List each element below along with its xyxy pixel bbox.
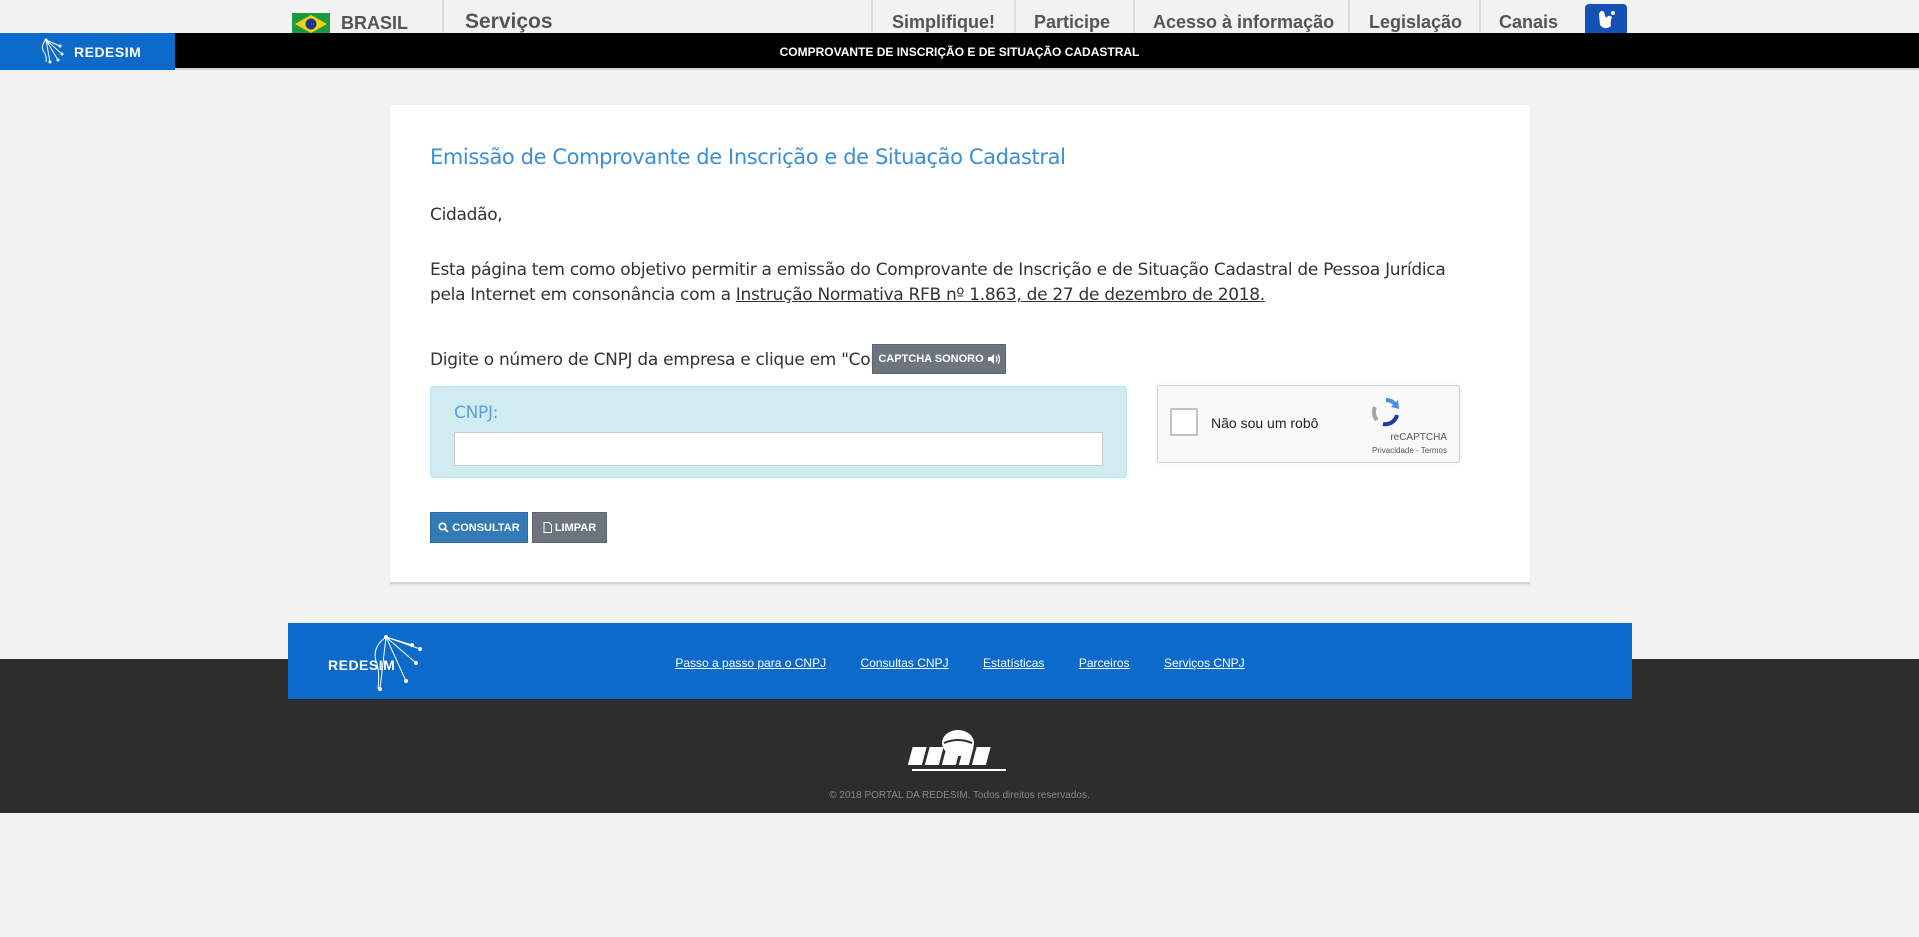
recaptcha-privacy-link[interactable]: Privacidade xyxy=(1372,446,1414,455)
gov-top-bar: BRASIL Serviços Simplifique! Participe A… xyxy=(0,0,1919,37)
brazil-flag-icon xyxy=(292,13,330,35)
page-title: Emissão de Comprovante de Inscrição e de… xyxy=(430,145,1066,169)
search-icon xyxy=(438,522,449,533)
gov-nav-canais[interactable]: Canais xyxy=(1499,12,1558,33)
recaptcha-terms-link[interactable]: Termos xyxy=(1421,446,1447,455)
gov-nav-acesso-informacao[interactable]: Acesso à informação xyxy=(1153,12,1334,33)
divider xyxy=(1133,0,1135,33)
copyright-label: 2018 PORTAL DA REDESIM. Todos direitos r… xyxy=(839,790,1090,801)
intro-paragraph: Esta página tem como objetivo permitir a… xyxy=(430,258,1460,308)
recaptcha-widget: Não sou um robô reCAPTCHA Privacidade - … xyxy=(1157,385,1460,463)
footer-links: Passo a passo para o CNPJ Consultas CNPJ… xyxy=(288,654,1632,672)
footer-link-estatisticas[interactable]: Estatísticas xyxy=(983,656,1044,670)
divider xyxy=(1348,0,1350,33)
footer-link-passo-a-passo[interactable]: Passo a passo para o CNPJ xyxy=(675,656,826,670)
gov-services-link[interactable]: Serviços xyxy=(465,10,553,34)
footer-link-servicos-cnpj[interactable]: Serviços CNPJ xyxy=(1164,656,1245,670)
recaptcha-links: Privacidade - Termos xyxy=(1371,446,1447,455)
cnpj-form-box: CNPJ: xyxy=(430,386,1127,478)
copyright-icon: © xyxy=(829,790,837,801)
divider xyxy=(1479,0,1481,33)
footer-bar: REDESIM Passo a passo para o CNPJ Consul… xyxy=(288,623,1632,699)
recaptcha-label: Não sou um robô xyxy=(1211,415,1319,431)
greeting-text: Cidadão, xyxy=(430,205,503,225)
cnpj-input[interactable] xyxy=(454,432,1103,466)
normative-instruction-link[interactable]: Instrução Normativa RFB nº 1.863, de 27 … xyxy=(736,285,1265,305)
recaptcha-checkbox[interactable] xyxy=(1170,408,1198,436)
divider xyxy=(871,0,873,33)
consult-button[interactable]: CONSULTAR xyxy=(430,512,528,543)
governo-federal-brasil-logo xyxy=(907,730,1006,771)
main-card: Emissão de Comprovante de Inscrição e de… xyxy=(390,105,1530,584)
audio-captcha-label: CAPTCHA SONORO xyxy=(878,353,984,365)
instruction-text: Digite o número de CNPJ da empresa e cli… xyxy=(430,350,941,370)
recaptcha-brand: reCAPTCHA xyxy=(1390,432,1447,443)
audio-captcha-button[interactable]: CAPTCHA SONORO xyxy=(872,344,1006,374)
cnpj-label: CNPJ: xyxy=(454,403,499,423)
gov-nav-participe[interactable]: Participe xyxy=(1034,12,1110,33)
consult-button-label: CONSULTAR xyxy=(452,521,520,534)
recaptcha-logo-icon xyxy=(1371,397,1399,427)
divider xyxy=(442,0,444,33)
page-header-title: COMPROVANTE DE INSCRIÇÃO E DE SITUAÇÃO C… xyxy=(779,45,1140,59)
divider xyxy=(1014,0,1016,33)
file-icon xyxy=(543,522,552,533)
gov-nav-simplifique[interactable]: Simplifique! xyxy=(892,12,995,33)
speaker-icon xyxy=(987,354,1000,364)
footer-link-consultas-cnpj[interactable]: Consultas CNPJ xyxy=(861,656,949,670)
redesim-header: REDESIM COMPROVANTE DE INSCRIÇÃO E DE SI… xyxy=(0,33,1919,70)
gov-nav-legislacao[interactable]: Legislação xyxy=(1369,12,1462,33)
footer-link-parceiros[interactable]: Parceiros xyxy=(1079,656,1130,670)
gov-brasil-link[interactable]: BRASIL xyxy=(341,13,408,34)
clear-button[interactable]: LIMPAR xyxy=(532,512,607,543)
copyright-text: © 2018 PORTAL DA REDESIM. Todos direitos… xyxy=(0,790,1919,801)
clear-button-label: LIMPAR xyxy=(554,521,597,534)
